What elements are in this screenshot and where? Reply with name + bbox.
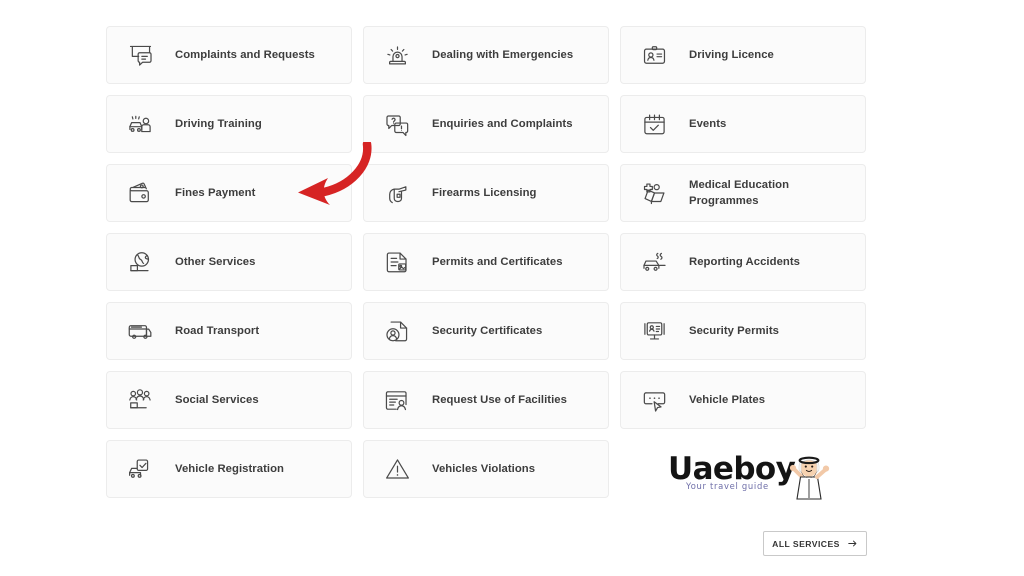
service-card-request-use-of-facilities[interactable]: Request Use of Facilities (363, 371, 609, 429)
wallet-icon (125, 178, 155, 208)
emergency-siren-light-icon (382, 40, 412, 70)
service-card-security-certificates[interactable]: Security Certificates (363, 302, 609, 360)
car-with-instructor-icon (125, 109, 155, 139)
id-card-person-icon (639, 40, 669, 70)
service-card-vehicle-plates[interactable]: Vehicle Plates (620, 371, 866, 429)
service-card-enquiries-and-complaints[interactable]: Enquiries and Complaints (363, 95, 609, 153)
document-image-icon (382, 247, 412, 277)
service-card-label: Fines Payment (175, 186, 256, 199)
warning-triangle-icon (382, 454, 412, 484)
form-person-icon (382, 385, 412, 415)
service-card-fines-payment[interactable]: Fines Payment (106, 164, 352, 222)
calendar-check-icon (639, 109, 669, 139)
globe-hand-icon (125, 247, 155, 277)
uaeboy-logo: Uaeboy Your travel guide (668, 452, 868, 504)
service-card-label: Driving Licence (689, 48, 774, 61)
medical-cross-book-icon (639, 178, 669, 208)
group-people-hand-icon (125, 385, 155, 415)
service-card-label: Vehicle Registration (175, 462, 284, 475)
logo-tagline: Your travel guide (686, 481, 769, 491)
service-card-label: Medical Education Programmes (689, 178, 790, 207)
service-card-permits-and-certificates[interactable]: Permits and Certificates (363, 233, 609, 291)
question-chat-bubbles-icon (382, 109, 412, 139)
service-card-label: Enquiries and Complaints (432, 117, 573, 130)
service-card-label: Firearms Licensing (432, 186, 537, 199)
service-card-label: Driving Training (175, 117, 262, 130)
service-card-dealing-with-emergencies[interactable]: Dealing with Emergencies (363, 26, 609, 84)
damaged-car-smoke-icon (639, 247, 669, 277)
firearm-icon (382, 178, 412, 208)
service-card-label: Vehicles Violations (432, 462, 536, 475)
service-card-label: Social Services (175, 393, 259, 406)
presentation-board-chat-icon (125, 40, 155, 70)
service-card-vehicles-violations[interactable]: Vehicles Violations (363, 440, 609, 498)
service-card-events[interactable]: Events (620, 95, 866, 153)
document-person-badge-icon (382, 316, 412, 346)
service-card-label: Security Permits (689, 324, 779, 337)
service-card-vehicle-registration[interactable]: Vehicle Registration (106, 440, 352, 498)
emirati-man-waving-icon (785, 452, 837, 504)
service-card-label: Request Use of Facilities (432, 393, 567, 406)
service-card-road-transport[interactable]: Road Transport (106, 302, 352, 360)
services-grid: Complaints and Requests Dealing with Eme… (106, 26, 867, 498)
services-page: Complaints and Requests Dealing with Eme… (0, 0, 1024, 576)
service-card-label: Road Transport (175, 324, 260, 337)
service-card-other-services[interactable]: Other Services (106, 233, 352, 291)
service-card-label: Permits and Certificates (432, 255, 563, 268)
service-card-reporting-accidents[interactable]: Reporting Accidents (620, 233, 866, 291)
arrow-right-icon (848, 540, 857, 547)
service-card-label: Other Services (175, 255, 256, 268)
car-check-icon (125, 454, 155, 484)
bus-icon (125, 316, 155, 346)
service-card-driving-training[interactable]: Driving Training (106, 95, 352, 153)
service-card-driving-licence[interactable]: Driving Licence (620, 26, 866, 84)
service-card-label: Vehicle Plates (689, 393, 766, 406)
service-card-label: Security Certificates (432, 324, 543, 337)
service-card-firearms-licensing[interactable]: Firearms Licensing (363, 164, 609, 222)
service-card-label: Events (689, 117, 727, 130)
monitor-id-icon (639, 316, 669, 346)
service-card-security-permits[interactable]: Security Permits (620, 302, 866, 360)
service-card-label: Reporting Accidents (689, 255, 801, 268)
service-card-complaints-and-requests[interactable]: Complaints and Requests (106, 26, 352, 84)
all-services-button[interactable]: ALL SERVICES (763, 531, 867, 556)
service-card-label: Dealing with Emergencies (432, 48, 574, 61)
plate-cursor-icon (639, 385, 669, 415)
service-card-label: Complaints and Requests (175, 48, 315, 61)
service-card-social-services[interactable]: Social Services (106, 371, 352, 429)
all-services-label: ALL SERVICES (772, 538, 840, 549)
service-card-medical-education-programmes[interactable]: Medical Education Programmes (620, 164, 866, 222)
